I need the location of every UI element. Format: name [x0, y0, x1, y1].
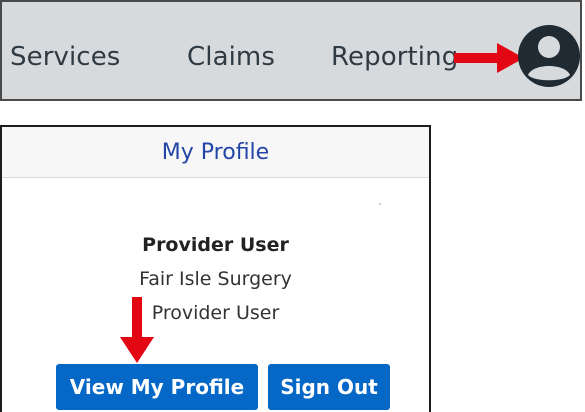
- profile-panel-header: My Profile: [2, 127, 429, 178]
- sign-out-button[interactable]: Sign Out: [268, 364, 390, 410]
- view-my-profile-button[interactable]: View My Profile: [56, 364, 258, 410]
- nav-item-services[interactable]: Services: [10, 41, 120, 73]
- nav-item-reporting[interactable]: Reporting: [331, 41, 458, 73]
- profile-dropdown-panel: My Profile Provider User Fair Isle Surge…: [0, 125, 431, 412]
- profile-user-name: Provider User: [142, 234, 289, 256]
- profile-panel-title: My Profile: [161, 140, 270, 165]
- right-arrow-icon: [454, 43, 524, 73]
- app-page: Services Claims Reporting My Profile Pro…: [0, 0, 585, 412]
- top-navigation-bar: Services Claims Reporting: [0, 0, 582, 101]
- profile-organization-name: Fair Isle Surgery: [139, 268, 292, 290]
- down-arrow-icon: [120, 297, 154, 363]
- profile-menu-button[interactable]: [517, 24, 581, 88]
- user-circle-icon: [518, 25, 580, 87]
- nav-item-claims[interactable]: Claims: [187, 41, 275, 73]
- panel-decorative-dot: [379, 203, 381, 205]
- profile-user-role: Provider User: [151, 302, 280, 324]
